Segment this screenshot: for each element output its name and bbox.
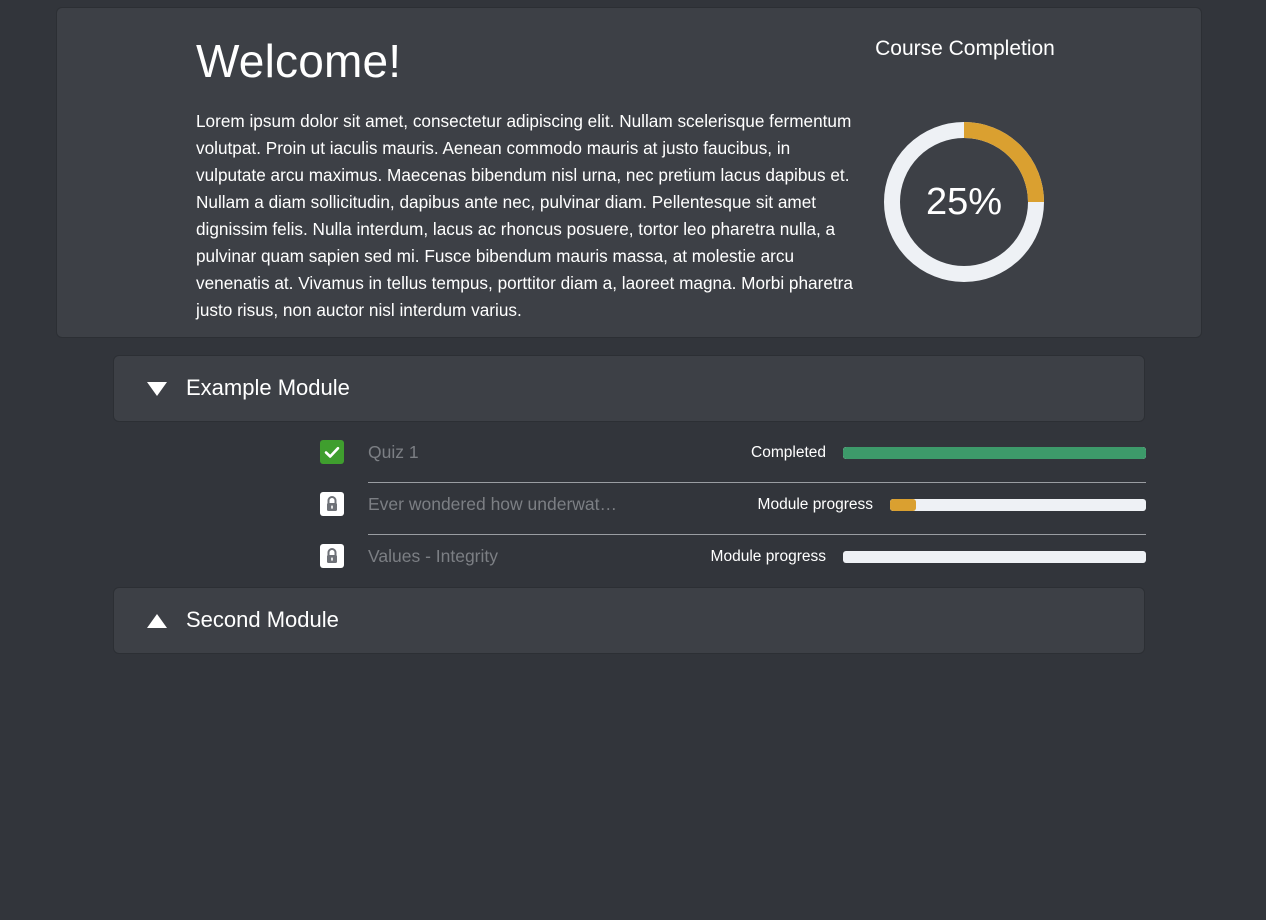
lesson-progress-fill: [843, 447, 1146, 459]
welcome-panel: Welcome! Lorem ipsum dolor sit amet, con…: [56, 7, 1202, 338]
course-page: Welcome! Lorem ipsum dolor sit amet, con…: [0, 0, 1266, 920]
lesson-progress-label: Module progress: [757, 496, 873, 513]
collapse-triangle-icon: [147, 382, 167, 396]
course-completion-percent: 25%: [925, 180, 1003, 223]
lesson-progress-label: Completed: [751, 444, 826, 461]
course-completion-title: Course Completion: [875, 37, 1055, 60]
lesson-progress-bar: [843, 447, 1146, 459]
module-title: Second Module: [186, 607, 339, 632]
lesson-row[interactable]: Values - Integrity Module progress: [320, 538, 1146, 590]
module-header-second-module[interactable]: Second Module: [113, 587, 1145, 654]
lesson-progress-label: Module progress: [710, 548, 826, 565]
welcome-title: Welcome!: [196, 35, 402, 87]
lesson-progress-bar: [890, 499, 1146, 511]
lock-icon: [320, 492, 344, 516]
lesson-progress-fill: [890, 499, 916, 511]
lesson-divider: [368, 482, 1146, 483]
welcome-text: Lorem ipsum dolor sit amet, consectetur …: [196, 111, 853, 320]
lesson-title[interactable]: Ever wondered how underwater ...: [368, 494, 618, 515]
module-header-example-module[interactable]: Example Module: [113, 355, 1145, 422]
lesson-divider: [368, 534, 1146, 535]
lesson-title[interactable]: Values - Integrity: [368, 546, 618, 567]
lesson-progress-bar: [843, 551, 1146, 563]
check-icon: [320, 440, 344, 464]
lesson-row[interactable]: Quiz 1 Completed: [320, 434, 1146, 486]
module-title: Example Module: [186, 375, 350, 400]
lock-icon: [320, 544, 344, 568]
expand-triangle-icon: [147, 614, 167, 628]
lesson-row[interactable]: Ever wondered how underwater ... Module …: [320, 486, 1146, 538]
lesson-title[interactable]: Quiz 1: [368, 442, 618, 463]
